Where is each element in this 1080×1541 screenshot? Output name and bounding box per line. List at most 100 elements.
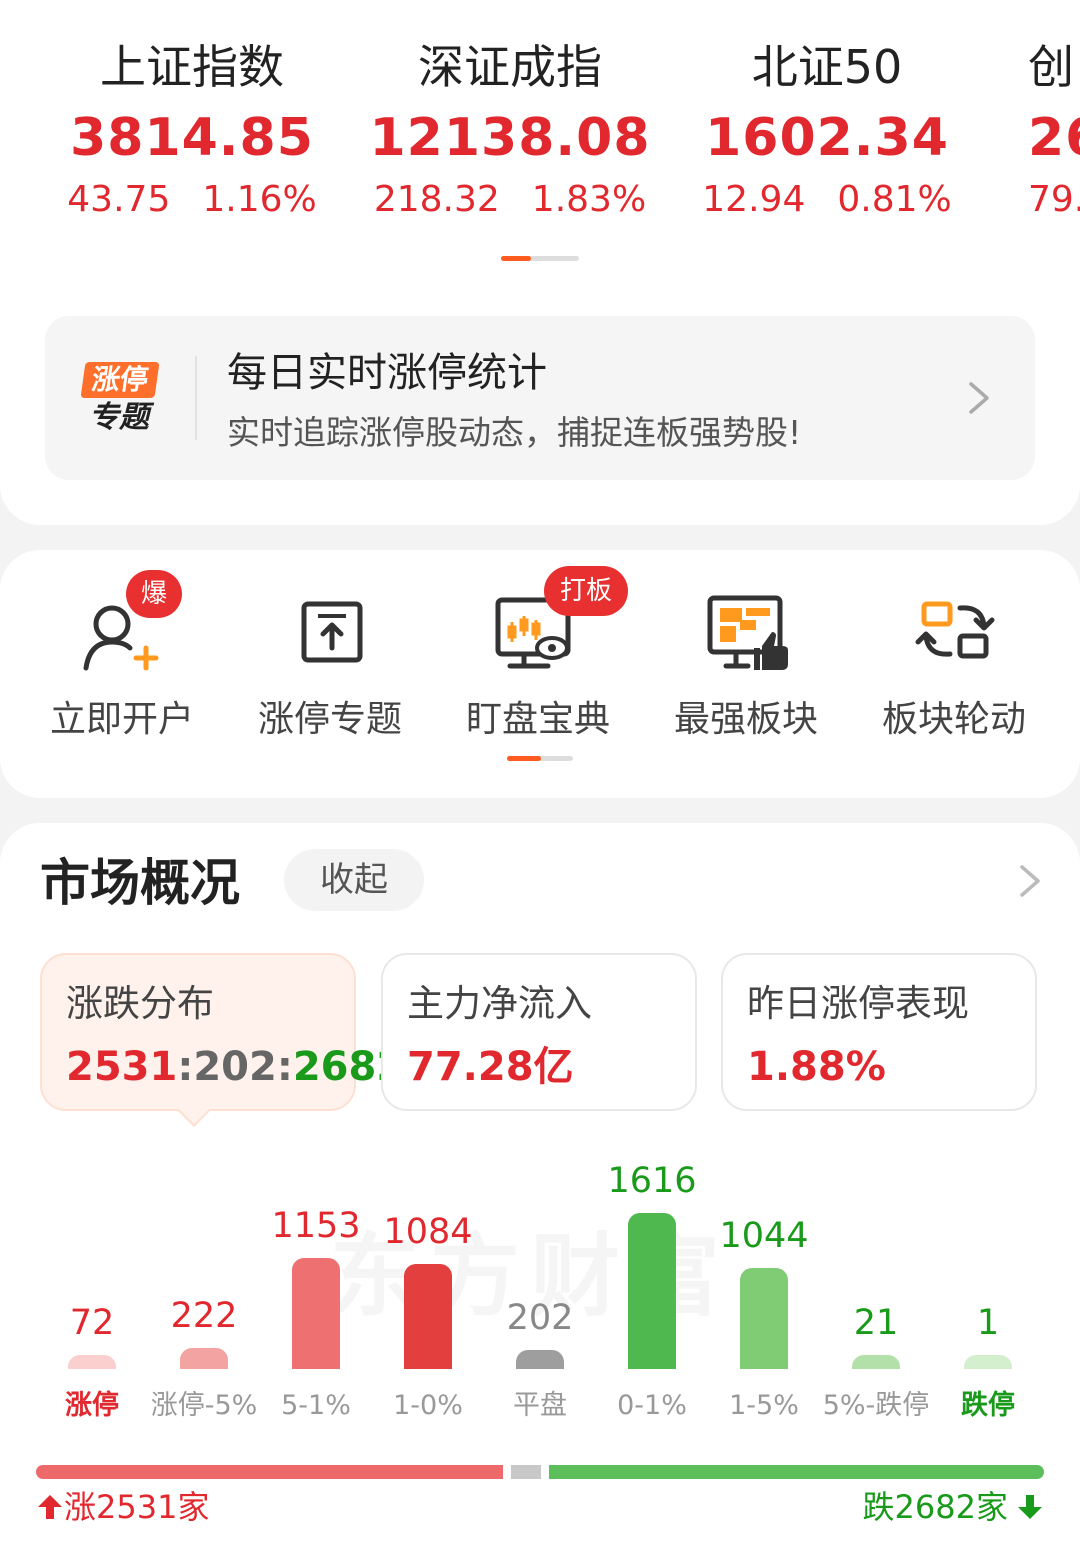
entry-label: 涨停专题 <box>257 699 402 740</box>
collapse-button[interactable]: 收起 <box>284 849 424 911</box>
bar-category-label: 1-0% <box>393 1390 463 1421</box>
index-item-bz50[interactable]: 北证50 1602.34 12.94 0.81% <box>677 40 977 222</box>
entry-limit-up-topic[interactable]: 涨停专题 <box>226 580 434 742</box>
ratio-flat-segment <box>511 1465 541 1479</box>
quick-entry-card: 爆 立即开户 涨停专题 打板 盯盘宝典 最强板块 板块轮动 <box>0 550 1080 798</box>
board-badge: 打板 <box>544 566 628 616</box>
tab-value: 1.88% <box>747 1044 886 1090</box>
index-item-cy[interactable]: 创 26 79. <box>1028 40 1080 222</box>
index-pager <box>501 256 579 261</box>
entry-label: 最强板块 <box>673 699 818 740</box>
tab-label: 昨日涨停表现 <box>747 982 969 1025</box>
bar-category-label: 涨停-5% <box>150 1390 258 1421</box>
arrow-down-icon <box>1018 1495 1042 1519</box>
bar-value-label: 1616 <box>607 1161 697 1201</box>
bar-2 <box>292 1257 340 1369</box>
index-change-value: 12.94 <box>702 179 806 220</box>
index-price: 3814.85 <box>70 108 314 168</box>
limit-up-logo: 涨停 专题 <box>79 356 160 440</box>
tab-value: 2531:202:2682 <box>66 1043 404 1091</box>
bar-value-label: 72 <box>69 1303 115 1343</box>
index-change-value: 43.75 <box>67 179 171 220</box>
bar-3 <box>404 1264 452 1369</box>
bar-value-label: 202 <box>506 1297 574 1338</box>
upload-box-icon <box>301 601 363 663</box>
banner-divider <box>195 356 197 440</box>
tab-yesterday-limit-up[interactable]: 昨日涨停表现 1.88% <box>721 953 1037 1111</box>
bar-6 <box>740 1268 788 1369</box>
entry-open-account[interactable]: 爆 立即开户 <box>18 570 226 742</box>
tab-label: 主力净流入 <box>407 982 592 1025</box>
tab-main-net-inflow[interactable]: 主力净流入 77.28亿 <box>381 953 697 1111</box>
tab-rise-fall-distribution[interactable]: 涨跌分布 2531:202:2682 <box>40 953 404 1111</box>
index-name: 北证50 <box>751 40 903 94</box>
limit-up-banner[interactable]: 涨停 专题 每日实时涨停统计 实时追踪涨停股动态，捕捉连板强势股! <box>45 316 1035 480</box>
index-item-sz[interactable]: 深证成指 12138.08 218.32 1.83% <box>360 40 660 222</box>
bar-0 <box>68 1355 116 1369</box>
index-change-pct: 1.16% <box>202 179 317 220</box>
bar-category-label: 平盘 <box>513 1390 567 1421</box>
bar-7 <box>852 1355 900 1369</box>
index-item-sh[interactable]: 上证指数 3814.85 43.75 1.16% <box>42 40 342 222</box>
bar-value-label: 222 <box>170 1295 238 1336</box>
entry-watch-guide[interactable]: 打板 盯盘宝典 <box>434 566 642 742</box>
entry-sector-rotation[interactable]: 板块轮动 <box>850 580 1058 742</box>
entry-pager <box>507 756 573 761</box>
bar-category-label: 0-1% <box>617 1390 687 1421</box>
index-card: 上证指数 3814.85 43.75 1.16% 深证成指 12138.08 21… <box>0 0 1080 525</box>
summary-up: 涨2531家 <box>36 1485 209 1529</box>
bar-category-label: 5%-跌停 <box>822 1390 930 1421</box>
bar-value-label: 1 <box>976 1303 1000 1343</box>
rotate-blocks-icon <box>915 601 995 659</box>
entry-label: 盯盘宝典 <box>465 699 610 740</box>
bar-value-label: 21 <box>853 1303 899 1343</box>
separator: : <box>177 1044 194 1090</box>
bar-4 <box>516 1349 564 1369</box>
index-change-pct: 0.81% <box>837 179 952 220</box>
index-name: 创 <box>1028 40 1074 94</box>
logo-bottom-text: 专题 <box>89 400 149 435</box>
index-change-value: 218.32 <box>373 179 500 220</box>
index-change: 43.75 1.16% <box>42 178 342 222</box>
index-change: 79. <box>1028 178 1080 222</box>
index-change-pct: 1.83% <box>531 179 647 220</box>
market-overview-card: 市场概况 收起 涨跌分布 2531:202:2682 主力净流入 77.28亿 … <box>0 823 1080 1541</box>
tab-value: 77.28亿 <box>407 1044 574 1090</box>
chevron-right-icon[interactable] <box>1016 861 1044 901</box>
banner-title: 每日实时涨停统计 <box>227 350 547 396</box>
market-title: 市场概况 <box>40 854 240 912</box>
entry-strongest-sector[interactable]: 最强板块 <box>642 580 850 742</box>
summary-up-label: 涨2531家 <box>64 1488 210 1526</box>
bar-value-label: 1084 <box>383 1212 473 1253</box>
bar-value-label: 1153 <box>271 1205 361 1246</box>
bar-value-label: 1044 <box>719 1216 809 1257</box>
entry-label: 板块轮动 <box>881 699 1026 740</box>
ratio-up-segment <box>36 1465 504 1479</box>
index-price: 12138.08 <box>369 108 651 168</box>
bar-8 <box>964 1355 1012 1369</box>
index-price: 26 <box>1028 108 1080 168</box>
chevron-right-icon <box>969 382 989 414</box>
index-change: 218.32 1.83% <box>360 178 660 222</box>
bar-5 <box>628 1213 676 1369</box>
bar-category-label: 1-5% <box>729 1390 799 1421</box>
index-name: 上证指数 <box>100 40 284 94</box>
flat-count: 202 <box>193 1044 277 1090</box>
banner-subtitle: 实时追踪涨停股动态，捕捉连板强势股! <box>227 413 802 452</box>
ratio-down-segment <box>548 1465 1044 1479</box>
index-change: 12.94 0.81% <box>677 178 977 222</box>
logo-top-text: 涨停 <box>80 362 160 398</box>
bar-category-label: 跌停 <box>961 1390 1015 1421</box>
separator: : <box>276 1044 293 1090</box>
summary-down-label: 跌2682家 <box>862 1488 1008 1526</box>
tab-label: 涨跌分布 <box>66 982 214 1025</box>
board-thumbs-up-icon <box>707 595 788 670</box>
bar-1 <box>180 1347 228 1369</box>
index-change-value: 79. <box>1028 179 1080 220</box>
hot-badge: 爆 <box>126 570 182 618</box>
index-price: 1602.34 <box>705 108 949 168</box>
bar-category-label: 涨停 <box>65 1390 119 1421</box>
entry-label: 立即开户 <box>49 699 194 740</box>
summary-down: 跌2682家 <box>863 1485 1044 1529</box>
bar-category-label: 5-1% <box>281 1390 351 1421</box>
